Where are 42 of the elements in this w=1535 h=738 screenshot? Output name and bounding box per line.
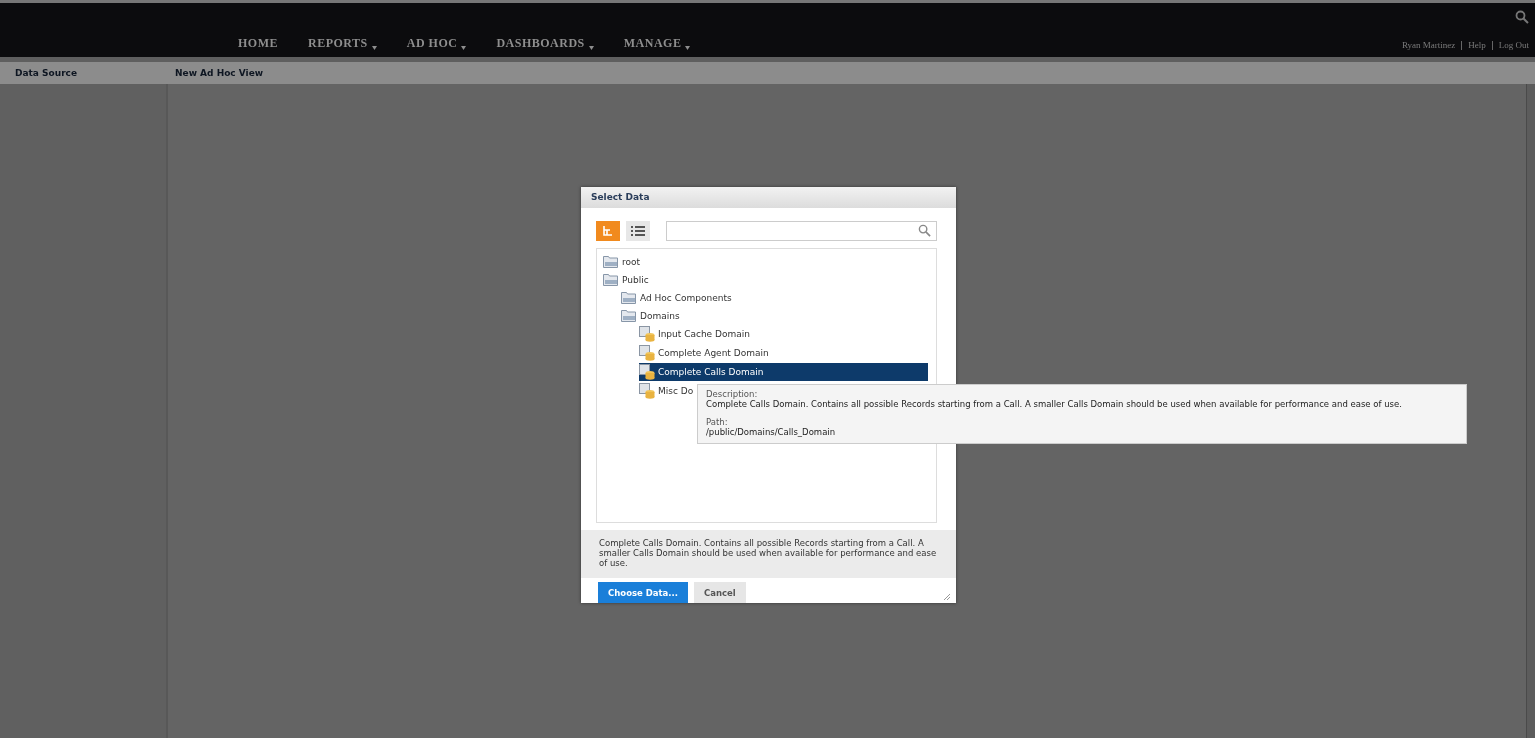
- search-icon: [918, 224, 931, 238]
- database-icon: [639, 344, 655, 361]
- search-field[interactable]: [666, 220, 937, 241]
- tooltip-text: /public/Domains/Calls_Domain: [706, 427, 837, 437]
- nav-menu-item[interactable]: MANAGE: [623, 36, 682, 51]
- header-link[interactable]: Log Out: [1498, 40, 1529, 50]
- panel-title: Data Source: [15, 68, 78, 78]
- tree-view-button[interactable]: [596, 220, 620, 241]
- description-text: Complete Calls Domain. Contains all possible Records starting from a Call. A smaller Calls Domain should be used when available for performance and ease of use.: [581, 529, 956, 578]
- database-icon: [639, 363, 655, 380]
- tree-item[interactable]: Input Cache Domain: [639, 324, 754, 343]
- dialog-title: Select Data: [581, 187, 956, 208]
- folder-icon: [621, 291, 637, 305]
- header-link[interactable]: Ryan Martinez: [1401, 40, 1456, 50]
- tree-item[interactable]: root: [603, 252, 645, 271]
- database-icon: [639, 382, 655, 399]
- database-icon: [639, 325, 655, 342]
- tree-item[interactable]: Domains: [621, 306, 684, 325]
- tooltip-text: Complete Calls Domain. Contains all possible Records starting from a Call. A smaller Calls Domain should be used when available for performance and ease of use.: [706, 399, 1403, 409]
- tree-item[interactable]: Misc Do: [639, 381, 698, 400]
- resize-grip-icon[interactable]: [944, 594, 950, 600]
- folder-icon: [603, 255, 619, 269]
- header-link[interactable]: Help: [1468, 40, 1486, 50]
- folder-icon: [621, 309, 637, 323]
- nav-menu-item[interactable]: DASHBOARDS: [496, 36, 585, 51]
- tree-item[interactable]: Public: [603, 270, 653, 289]
- tree-item[interactable]: Ad Hoc Components: [621, 288, 736, 307]
- nav-menu-item[interactable]: AD HOC: [406, 36, 458, 51]
- nav-menu-item[interactable]: HOME: [238, 36, 278, 51]
- tooltip-label: Path:: [706, 417, 729, 427]
- choose-data-button[interactable]: Choose Data...: [598, 582, 689, 603]
- list-icon: [631, 224, 645, 237]
- tree-item[interactable]: Complete Calls Domain: [639, 362, 928, 381]
- tree-icon: [602, 224, 614, 237]
- tree-item[interactable]: Complete Agent Domain: [639, 343, 773, 362]
- search-icon[interactable]: [1515, 10, 1529, 24]
- cancel-button[interactable]: Cancel: [694, 582, 746, 603]
- nav-menu-item[interactable]: REPORTS: [308, 36, 368, 51]
- folder-icon: [603, 273, 619, 287]
- list-view-button[interactable]: [626, 220, 650, 241]
- view-title: New Ad Hoc View: [175, 68, 264, 78]
- tooltip-label: Description:: [706, 389, 759, 399]
